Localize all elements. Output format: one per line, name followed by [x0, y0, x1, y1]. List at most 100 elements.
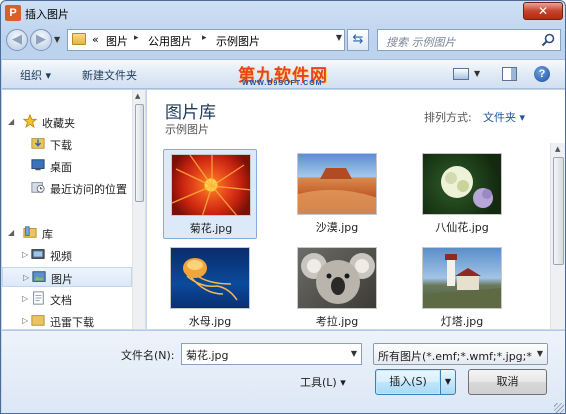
tools-menu[interactable]: 工具(L) ▾: [300, 374, 346, 390]
back-button[interactable]: ◀: [6, 29, 28, 51]
file-type-filter[interactable]: 所有图片(*.emf;*.wmf;*.jpg;*.j ▼: [373, 343, 548, 365]
filename-label: 文件名(N):: [121, 349, 175, 362]
file-name: 灯塔.jpg: [440, 315, 484, 328]
thumbnail-desert: [297, 153, 377, 215]
powerpoint-icon: P: [5, 5, 21, 21]
file-item-chrysanthemum[interactable]: 菊花.jpg: [163, 149, 257, 239]
search-icon[interactable]: [541, 33, 555, 47]
back-arrow-icon: ◀: [12, 32, 22, 47]
organize-menu[interactable]: 组织 ▾: [20, 67, 51, 83]
watermark-url: WWW.D9SOFT.COM: [242, 80, 323, 87]
nav-label: 最近访问的位置: [50, 183, 127, 196]
star-icon: [22, 114, 38, 128]
expand-triangle-icon[interactable]: ▷: [23, 273, 29, 282]
close-button[interactable]: ✕: [523, 2, 563, 20]
thumbnail-jellyfish: [170, 247, 250, 309]
arrange-by-label: 排列方式:: [424, 111, 472, 124]
scroll-thumb[interactable]: [135, 104, 144, 202]
filename-dropdown-icon[interactable]: ▼: [351, 349, 357, 358]
library-title: 图片库: [165, 103, 216, 123]
thumbnail-lighthouse: [422, 247, 502, 309]
refresh-icon: ⇆: [352, 32, 364, 47]
change-view-icon[interactable]: [453, 68, 469, 80]
content-scrollbar[interactable]: ▲: [550, 143, 565, 329]
search-box[interactable]: 搜索 示例图片: [377, 29, 561, 51]
filename-value[interactable]: 菊花.jpg: [186, 347, 229, 363]
history-dropdown-icon[interactable]: ▼: [54, 35, 60, 44]
address-bar[interactable]: « 图片 ▸ 公用图片 ▸ 示例图片 ▼: [67, 29, 345, 51]
nav-label: 迅雷下载: [50, 316, 94, 329]
breadcrumb-public-pictures[interactable]: 公用图片: [148, 33, 192, 49]
file-item-jellyfish[interactable]: 水母.jpg: [163, 243, 257, 329]
resize-grip[interactable]: [554, 403, 564, 413]
thumbnail-hydrangeas: [422, 153, 502, 215]
preview-pane-icon[interactable]: [502, 67, 517, 81]
nav-thunder-downloads[interactable]: ▷ 迅雷下载: [2, 311, 132, 329]
nav-recent-places[interactable]: 最近访问的位置: [2, 178, 132, 198]
videos-library-icon: [31, 249, 45, 259]
pictures-library-icon: [32, 271, 46, 282]
search-input[interactable]: 搜索 示例图片: [386, 34, 456, 50]
file-item-koala[interactable]: 考拉.jpg: [290, 243, 384, 329]
new-folder-button[interactable]: 新建文件夹: [82, 67, 137, 83]
collapse-triangle-icon[interactable]: ◢: [8, 228, 14, 237]
forward-arrow-icon: ▶: [36, 32, 46, 47]
desktop-icon: [31, 159, 45, 171]
thumbnail-koala: [297, 247, 377, 309]
file-item-desert[interactable]: 沙漠.jpg: [290, 149, 384, 239]
scroll-thumb[interactable]: [553, 157, 564, 265]
expand-triangle-icon[interactable]: ▷: [22, 316, 28, 325]
nav-label: 收藏夹: [42, 117, 75, 130]
filter-dropdown-icon[interactable]: ▼: [533, 344, 547, 364]
view-dropdown-icon[interactable]: ▼: [474, 69, 480, 78]
forward-button[interactable]: ▶: [30, 29, 52, 51]
breadcrumb-sample-pictures[interactable]: 示例图片: [216, 33, 260, 49]
navigation-pane: ◢ 收藏夹 下载 桌面 最近访问的位置 ◢ 库 ▷ 视频 ▷ 图片 ▷ 文档 ▷…: [2, 90, 146, 329]
nav-downloads[interactable]: 下载: [2, 134, 132, 154]
address-dropdown-icon[interactable]: ▼: [336, 33, 342, 42]
scroll-up-icon[interactable]: ▲: [555, 145, 560, 153]
file-item-lighthouse[interactable]: 灯塔.jpg: [415, 243, 509, 329]
recent-places-icon: [31, 182, 45, 193]
title-bar: P 插入图片 ✕: [1, 1, 565, 25]
arrange-by-dropdown[interactable]: 文件夹 ▾: [483, 109, 525, 125]
insert-picture-dialog: P 插入图片 ✕ ◀ ▶ ▼ « 图片 ▸ 公用图片 ▸ 示例图片 ▼ ⇆ 搜索…: [0, 0, 566, 414]
nav-label: 库: [42, 228, 53, 241]
help-icon[interactable]: ?: [534, 66, 550, 82]
breadcrumb-separator-icon[interactable]: ▸: [202, 33, 207, 43]
watermark-logo: 第九软件网 WWW.D9SOFT.COM: [238, 61, 378, 89]
nav-label: 下载: [50, 139, 72, 152]
nav-videos[interactable]: ▷ 视频: [2, 245, 132, 265]
libraries-icon: [23, 226, 37, 238]
nav-label: 图片: [51, 273, 73, 286]
nav-label: 桌面: [50, 161, 72, 174]
insert-button[interactable]: 插入(S): [375, 369, 441, 395]
address-overflow[interactable]: «: [92, 33, 99, 46]
file-list-area: 图片库 示例图片 排列方式: 文件夹 ▾ 菊花.jpg 沙漠.jpg 八仙花.j…: [147, 90, 565, 329]
file-type-value: 所有图片(*.emf;*.wmf;*.jpg;*.j: [378, 350, 539, 363]
expand-triangle-icon[interactable]: ▷: [22, 294, 28, 303]
file-name: 八仙花.jpg: [435, 221, 489, 234]
cancel-button[interactable]: 取消: [468, 369, 547, 395]
download-folder-icon: [31, 315, 45, 326]
nav-libraries[interactable]: ◢ 库: [2, 223, 132, 243]
nav-pictures[interactable]: ▷ 图片: [2, 267, 132, 287]
expand-triangle-icon[interactable]: ▷: [22, 250, 28, 259]
downloads-folder-icon: [31, 138, 45, 149]
breadcrumb-pictures[interactable]: 图片: [106, 33, 128, 49]
insert-options-dropdown[interactable]: ▼: [440, 369, 456, 395]
file-name: 沙漠.jpg: [315, 221, 359, 234]
window-title: 插入图片: [25, 8, 69, 21]
nav-documents[interactable]: ▷ 文档: [2, 289, 132, 309]
scroll-up-icon[interactable]: ▲: [135, 92, 140, 100]
nav-label: 视频: [50, 250, 72, 263]
filename-field[interactable]: 菊花.jpg ▼: [181, 343, 362, 365]
refresh-button[interactable]: ⇆: [347, 29, 369, 51]
collapse-triangle-icon[interactable]: ◢: [8, 117, 14, 126]
file-name: 菊花.jpg: [189, 222, 233, 235]
nav-scrollbar[interactable]: ▲: [132, 90, 145, 329]
nav-desktop[interactable]: 桌面: [2, 156, 132, 176]
breadcrumb-separator-icon[interactable]: ▸: [134, 33, 139, 43]
file-item-hydrangeas[interactable]: 八仙花.jpg: [415, 149, 509, 239]
nav-favorites[interactable]: ◢ 收藏夹: [2, 112, 132, 132]
